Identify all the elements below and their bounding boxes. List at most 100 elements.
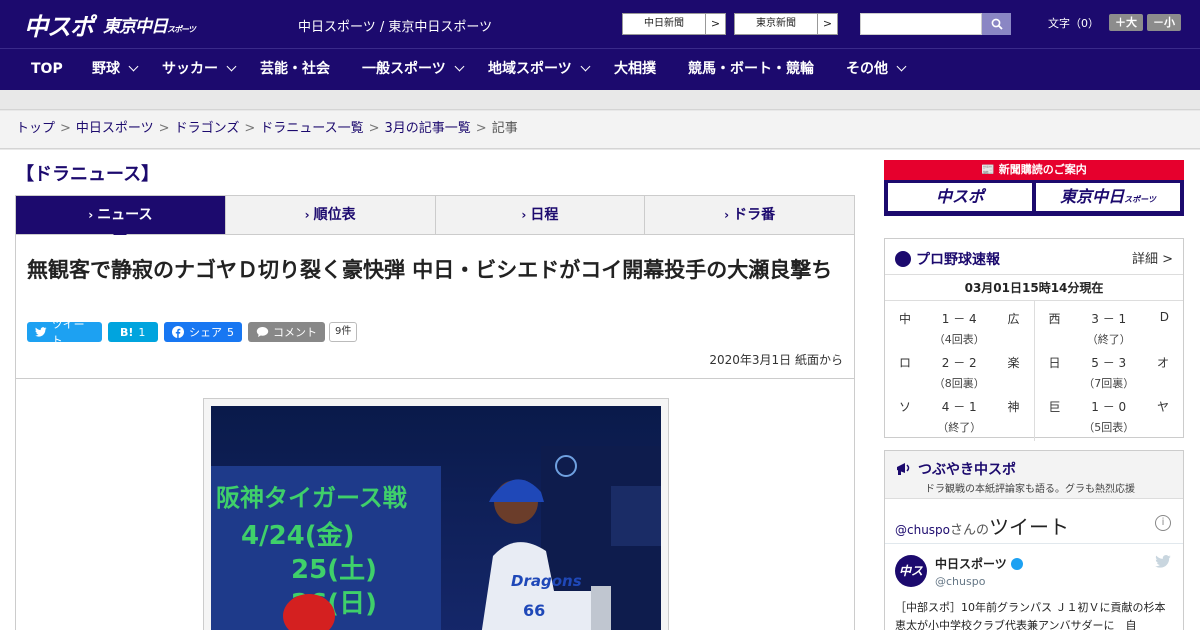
away-team: オ bbox=[1156, 356, 1169, 370]
breadcrumb-separator: > bbox=[244, 121, 256, 136]
tweet-button[interactable]: ツイート bbox=[27, 318, 102, 347]
chevron-down-icon bbox=[580, 61, 591, 72]
facebook-share-button[interactable]: シェア 5 bbox=[164, 322, 242, 342]
subscription-heading-text: 新聞購読のご案内 bbox=[998, 163, 1087, 176]
breadcrumb-link[interactable]: ドラニュース一覧 bbox=[260, 121, 363, 136]
twitter-bird-icon[interactable] bbox=[1155, 555, 1171, 572]
nav-label: サッカー bbox=[162, 61, 218, 77]
nav-item-general-sports[interactable]: 一般スポーツ bbox=[362, 49, 465, 91]
comment-button[interactable]: コメント bbox=[248, 322, 325, 342]
scoreboard-title: プロ野球速報 bbox=[895, 249, 1000, 269]
breadcrumb-link[interactable]: 中日スポーツ bbox=[76, 121, 154, 136]
chunichi-shimbun-link[interactable]: 中日新聞 > bbox=[622, 13, 726, 35]
verified-badge-icon bbox=[1010, 557, 1023, 570]
tab-standings[interactable]: › 順位表 bbox=[224, 196, 435, 234]
site-name: 中日スポーツ / 東京中日スポーツ bbox=[298, 20, 493, 35]
divider bbox=[885, 543, 1183, 544]
nav-item-entertainment[interactable]: 芸能・社会 bbox=[260, 49, 330, 91]
tab-dora-ban[interactable]: › ドラ番 bbox=[644, 196, 854, 234]
nav-label: 一般スポーツ bbox=[362, 61, 446, 77]
tokyo-chunichi-subscribe-logo[interactable]: 東京中日スポーツ bbox=[1036, 183, 1180, 211]
chevron-right-icon: > bbox=[817, 14, 837, 34]
board-text-3: 25(土) bbox=[291, 555, 377, 585]
facebook-share-label: シェア bbox=[189, 326, 222, 339]
hatena-count: 1 bbox=[138, 325, 146, 339]
board-text-2: 4/24(金) bbox=[241, 520, 355, 551]
nav-item-sumo[interactable]: 大相撲 bbox=[614, 49, 656, 91]
twitter-widget-subtitle: ドラ観戦の本紙評論家も語る。グラも熱烈応援 bbox=[925, 484, 1135, 495]
info-icon[interactable]: i bbox=[1155, 515, 1171, 531]
away-team: 神 bbox=[1007, 400, 1020, 414]
tab-news[interactable]: › ニュース bbox=[16, 196, 225, 241]
scoreboard-header: プロ野球速報 詳細 > bbox=[885, 239, 1183, 275]
game-row[interactable]: 巨1 － 0 ヤ（5回表） bbox=[1035, 393, 1184, 437]
tab-schedule[interactable]: › 日程 bbox=[434, 196, 645, 234]
scoreboard-column-right: 西3 － 1 D （終了） 日5 － 3 オ（7回裏） 巨1 － 0 ヤ（5回表） bbox=[1033, 301, 1184, 441]
nav-item-soccer[interactable]: サッカー bbox=[162, 49, 237, 91]
game-row[interactable]: 西3 － 1 D （終了） bbox=[1035, 305, 1184, 349]
scoreboard-details-link[interactable]: 詳細 > bbox=[1132, 248, 1173, 267]
nav-item-racing[interactable]: 競馬・ボート・競輪 bbox=[688, 49, 814, 91]
tokyo-shimbun-link[interactable]: 東京新聞 > bbox=[734, 13, 838, 35]
article-headline: 無観客で静寂のナゴヤＤ切り裂く豪快弾 中日・ビシエドがコイ開幕投手の大瀬良撃ち bbox=[27, 258, 833, 282]
scoreboard-column-left: 中1 － 4 広（4回表） ロ2 － 2 楽（8回裏） ソ4 － 1 神（終了） bbox=[885, 301, 1034, 441]
game-row[interactable]: ロ2 － 2 楽（8回裏） bbox=[885, 349, 1034, 393]
nav-item-other[interactable]: その他 bbox=[846, 49, 907, 91]
away-team: D bbox=[1159, 310, 1169, 324]
breadcrumb: トップ > 中日スポーツ > ドラゴンズ > ドラニュース一覧 >3月の記事一覧 > 記事 bbox=[0, 111, 1200, 149]
twitter-bird-svg bbox=[1155, 555, 1171, 568]
nav-item-local-sports[interactable]: 地域スポーツ bbox=[488, 49, 591, 91]
chuspo-subscribe-logo[interactable]: 中スポ bbox=[888, 183, 1032, 211]
game-row[interactable]: 中1 － 4 広（4回表） bbox=[885, 305, 1034, 349]
font-bigger-button[interactable]: ＋大 bbox=[1109, 14, 1143, 31]
comment-count[interactable]: 9件 bbox=[329, 322, 358, 342]
nav-item-top[interactable]: TOP bbox=[31, 49, 63, 91]
twitter-widget-header: つぶやき中スポ ドラ観戦の本紙評論家も語る。グラも熱烈応援 bbox=[885, 451, 1183, 499]
timeline-header: @chuspoさんのツイート bbox=[895, 511, 1069, 540]
game-row[interactable]: ソ4 － 1 神（終了） bbox=[885, 393, 1034, 437]
tokyo-chunichi-logo[interactable]: 東京中日スポーツ bbox=[103, 12, 196, 37]
chevron-down-icon bbox=[226, 61, 237, 72]
article-dateline: 2020年3月1日 紙面から bbox=[709, 353, 843, 367]
timeline-handle[interactable]: @chuspo bbox=[895, 523, 950, 537]
font-smaller-button[interactable]: －小 bbox=[1147, 14, 1181, 31]
breadcrumb-link[interactable]: トップ bbox=[16, 121, 55, 136]
game-row[interactable]: 日5 － 3 オ（7回裏） bbox=[1035, 349, 1184, 393]
chevron-right-icon: › bbox=[88, 208, 94, 222]
avatar[interactable]: 中スポ bbox=[895, 555, 927, 610]
article-photo-frame: 阪神タイガース戦 4/24(金) 25(土) 26(日) Dragons 66 bbox=[203, 398, 669, 630]
scoreboard-games: 中1 － 4 広（4回表） ロ2 － 2 楽（8回裏） ソ4 － 1 神（終了） 西3… bbox=[885, 301, 1183, 441]
tweet-author[interactable]: 中日スポーツ bbox=[935, 555, 1023, 572]
search-input[interactable] bbox=[860, 13, 982, 35]
jersey-text: Dragons bbox=[511, 572, 582, 590]
tab-label: ニュース bbox=[97, 207, 153, 223]
breadcrumb-link[interactable]: 3月の記事一覧 bbox=[385, 121, 471, 136]
chevron-down-icon bbox=[128, 61, 139, 72]
nav-label: 野球 bbox=[92, 61, 120, 77]
nav-item-baseball[interactable]: 野球 bbox=[92, 49, 139, 91]
chevron-right-icon: > bbox=[705, 14, 725, 34]
game-status: （5回表） bbox=[1083, 421, 1135, 434]
nav-label: その他 bbox=[846, 61, 888, 77]
scoreboard-title-text: プロ野球速報 bbox=[916, 252, 1000, 268]
site-logo[interactable]: 中スポ 東京中日スポーツ bbox=[24, 7, 196, 42]
subscription-banner[interactable]: 📰 新聞購読のご案内 中スポ 東京中日スポーツ bbox=[884, 160, 1184, 216]
chuspo-logo[interactable]: 中スポ bbox=[24, 7, 94, 42]
chevron-down-icon bbox=[454, 61, 465, 72]
tweet-author-handle[interactable]: @chuspo bbox=[935, 575, 985, 588]
search-box bbox=[860, 13, 1011, 35]
search-button[interactable] bbox=[982, 13, 1011, 35]
chevron-down-icon bbox=[896, 61, 907, 72]
game-status: （8回裏） bbox=[933, 377, 985, 390]
tab-label: 日程 bbox=[530, 207, 559, 223]
breadcrumb-link[interactable]: ドラゴンズ bbox=[175, 121, 240, 136]
tweet-text: ［中部スポ］10年前グランパス Ｊ１初Ｖに貢献の杉本恵太が小中学校クラブ代表兼ア… bbox=[895, 601, 1166, 630]
article-photo[interactable]: 阪神タイガース戦 4/24(金) 25(土) 26(日) Dragons 66 bbox=[211, 406, 661, 630]
tweet-author-name: 中日スポーツ bbox=[935, 557, 1007, 571]
scoreboard-timestamp: 03月01日15時14分現在 bbox=[885, 275, 1183, 301]
hatena-bookmark-button[interactable]: B! 1 bbox=[108, 322, 158, 342]
top-header: 中スポ 東京中日スポーツ 中日スポーツ / 東京中日スポーツ 中日新聞 > 東京… bbox=[0, 0, 1200, 48]
speech-bubble-icon bbox=[256, 327, 269, 337]
divider bbox=[16, 378, 854, 379]
nav-label: 大相撲 bbox=[614, 61, 656, 77]
